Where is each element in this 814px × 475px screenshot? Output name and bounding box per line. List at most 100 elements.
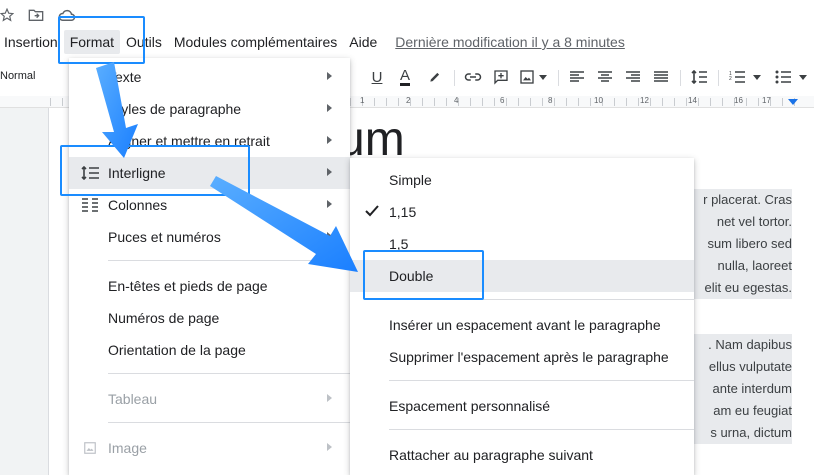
add-comment-button[interactable]: [490, 66, 512, 88]
submenu-arrow-icon: [327, 443, 332, 451]
text-line: s urna, dictum: [710, 425, 792, 440]
text-line: ellus vulputate: [708, 359, 792, 374]
menu-item-label: Texte: [108, 69, 142, 85]
menu-item-label: Tableau: [108, 391, 158, 407]
align-center-button[interactable]: [594, 66, 616, 88]
ruler-number: 17: [762, 96, 771, 105]
image-options-chevron[interactable]: [536, 66, 550, 88]
format-menu-item-numeros-page[interactable]: Numéros de page: [69, 302, 350, 334]
insert-image-button[interactable]: [516, 66, 538, 88]
format-menu-item-entetes[interactable]: En-têtes et pieds de page: [69, 270, 350, 302]
text-color-button[interactable]: A: [394, 66, 416, 88]
menu-item-label: 1,5: [389, 236, 409, 252]
selected-paragraph-1[interactable]: r placerat. Cras net vel tortor. sum lib…: [682, 189, 792, 299]
justify-button[interactable]: [650, 66, 672, 88]
checkmark-icon: [364, 204, 380, 221]
menu-item-label: Puces et numéros: [108, 229, 221, 245]
align-left-button[interactable]: [566, 66, 588, 88]
bulleted-list-icon: [775, 70, 791, 84]
numbered-list-button[interactable]: 12: [726, 66, 748, 88]
format-menu-item-interligne[interactable]: Interligne: [69, 157, 350, 189]
last-modified-link[interactable]: Dernière modification il y a 8 minutes: [389, 30, 631, 54]
spacing-option-double[interactable]: Double: [350, 260, 694, 292]
align-center-icon: [598, 71, 612, 82]
comment-icon: [494, 70, 508, 85]
submenu-arrow-icon: [327, 200, 332, 208]
align-right-button[interactable]: [622, 66, 644, 88]
ruler-number: 6: [500, 96, 505, 105]
menu-format[interactable]: Format: [63, 30, 121, 54]
format-menu-item-puces[interactable]: Puces et numéros: [69, 221, 350, 253]
menu-modules[interactable]: Modules complémentaires: [168, 30, 343, 54]
submenu-arrow-icon: [327, 232, 332, 240]
toolbar-divider: [718, 70, 719, 86]
text-line: . Nam dapibus: [708, 337, 792, 352]
menu-item-label: 1,15: [389, 204, 417, 220]
numbered-list-chevron[interactable]: [750, 66, 764, 88]
line-spacing-button[interactable]: [688, 66, 710, 88]
format-menu-item-colonnes[interactable]: Colonnes: [69, 189, 350, 221]
spacing-option-1-5[interactable]: 1,5: [350, 228, 694, 260]
ruler-number: 14: [688, 96, 697, 105]
svg-text:2: 2: [729, 76, 732, 82]
right-indent-marker[interactable]: [788, 99, 798, 105]
format-menu-item-aligner[interactable]: Aligner et mettre en retrait: [69, 125, 350, 157]
toolbar-divider: [558, 70, 559, 86]
format-menu-item-styles[interactable]: Styles de paragraphe: [69, 93, 350, 125]
menu-divider: [108, 260, 350, 261]
text-line: ante interdum: [712, 381, 793, 396]
bulleted-list-chevron[interactable]: [796, 66, 810, 88]
menu-item-label: Interligne: [108, 165, 166, 181]
image-icon: [520, 70, 534, 84]
menu-item-label: Image: [108, 440, 147, 456]
cloud-status-icon[interactable]: [58, 8, 76, 22]
highlighter-icon: [430, 72, 440, 82]
menu-item-label: En-têtes et pieds de page: [108, 278, 268, 294]
spacing-custom[interactable]: Espacement personnalisé: [350, 390, 694, 422]
align-left-icon: [570, 71, 584, 82]
format-menu: Texte Styles de paragraphe Aligner et me…: [69, 58, 350, 475]
format-menu-item-texte[interactable]: Texte: [69, 61, 350, 93]
spacing-keep-with-next[interactable]: Rattacher au paragraphe suivant: [350, 439, 694, 471]
menu-item-label: Styles de paragraphe: [108, 101, 242, 117]
spacing-option-simple[interactable]: Simple: [350, 164, 694, 196]
ruler-number: 10: [594, 96, 603, 105]
spacing-option-1-15[interactable]: 1,15: [350, 196, 694, 228]
text-line: net vel tortor.: [716, 214, 792, 229]
justify-icon: [654, 71, 668, 82]
menu-outils[interactable]: Outils: [120, 30, 168, 54]
ruler-number: 2: [406, 96, 411, 105]
menu-item-label: Simple: [389, 172, 432, 188]
submenu-arrow-icon: [327, 168, 332, 176]
menu-item-label: Supprimer l'espacement après le paragrap…: [389, 349, 669, 365]
selected-paragraph-2[interactable]: . Nam dapibus ellus vulputate ante inter…: [682, 334, 792, 444]
menu-aide[interactable]: Aide: [343, 30, 383, 54]
submenu-arrow-icon: [327, 394, 332, 402]
insert-link-button[interactable]: [462, 66, 484, 88]
line-spacing-icon: [81, 165, 99, 181]
spacing-remove-after[interactable]: Supprimer l'espacement après le paragrap…: [350, 341, 694, 373]
ruler-number: 12: [640, 96, 649, 105]
paragraph-style-select[interactable]: Normal: [0, 70, 35, 82]
underline-button[interactable]: U: [366, 66, 388, 88]
format-menu-item-tableau: Tableau: [69, 383, 350, 415]
menu-divider: [108, 373, 350, 374]
text-line: r placerat. Cras: [703, 192, 792, 207]
toolbar-divider: [680, 70, 681, 86]
format-menu-item-orientation[interactable]: Orientation de la page: [69, 334, 350, 366]
menu-insertion[interactable]: Insertion: [0, 30, 64, 54]
bulleted-list-button[interactable]: [772, 66, 794, 88]
menu-divider: [389, 299, 694, 300]
submenu-arrow-icon: [327, 72, 332, 80]
menu-item-label: Orientation de la page: [108, 342, 246, 358]
spacing-add-before[interactable]: Insérer un espacement avant le paragraph…: [350, 309, 694, 341]
star-icon[interactable]: [0, 8, 14, 22]
text-line: elit eu egestas.: [704, 280, 792, 295]
text-line: am eu feugiat: [713, 403, 792, 418]
line-spacing-icon: [691, 70, 707, 84]
highlight-color-button[interactable]: [424, 66, 446, 88]
move-to-folder-icon[interactable]: [28, 8, 44, 22]
title-bar-icons: [0, 4, 76, 26]
chevron-down-icon: [799, 74, 807, 80]
menu-item-label: Espacement personnalisé: [389, 398, 551, 414]
